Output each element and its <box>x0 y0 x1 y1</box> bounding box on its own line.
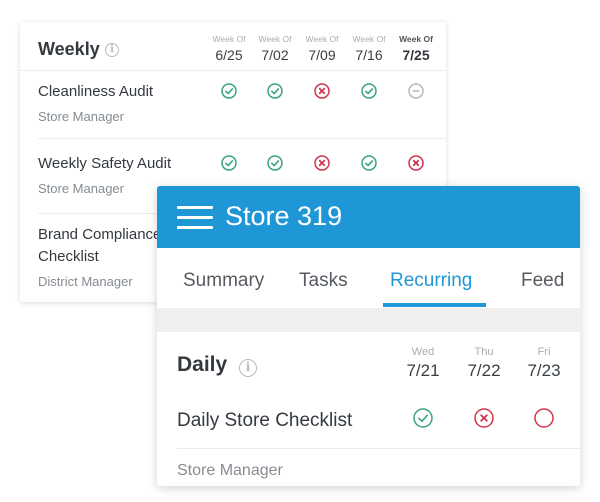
x-circle-icon[interactable] <box>314 155 330 171</box>
week-date: 7/16 <box>355 47 383 63</box>
week-column-header: Week Of 6/25 <box>207 34 251 63</box>
week-date: 7/02 <box>261 47 289 63</box>
store-title: Store 319 <box>225 201 343 231</box>
task-name: Cleanliness Audit <box>38 83 154 100</box>
active-tab-indicator <box>383 303 486 307</box>
x-circle-icon[interactable] <box>408 155 424 171</box>
check-circle-icon[interactable] <box>361 155 377 171</box>
empty-circle-icon[interactable] <box>534 408 554 428</box>
divider <box>177 448 580 449</box>
day-date: 7/21 <box>406 361 440 380</box>
week-column-header: Week Of 7/16 <box>347 34 391 63</box>
minus-circle-icon[interactable] <box>408 83 424 99</box>
divider <box>20 70 446 71</box>
daily-section-title: Daily <box>177 353 228 376</box>
weekly-column-headers: Week Of 6/25 Week Of 7/02 Week Of 7/09 W… <box>20 34 446 78</box>
week-column-header: Week Of 7/09 <box>300 34 344 63</box>
tab-bar: Summary Tasks Recurring Feed <box>157 248 580 308</box>
info-icon[interactable]: i <box>239 359 257 377</box>
day-date: 7/23 <box>527 361 561 380</box>
week-of-label: Week Of <box>212 34 246 44</box>
week-date: 7/25 <box>402 47 430 63</box>
week-column-header-current: Week Of 7/25 <box>394 34 438 63</box>
check-circle-icon[interactable] <box>267 155 283 171</box>
week-of-label: Week Of <box>305 34 339 44</box>
week-of-label: Week Of <box>258 34 292 44</box>
x-circle-icon[interactable] <box>474 408 494 428</box>
divider <box>38 138 446 139</box>
day-label: Wed <box>411 346 435 358</box>
week-date: 7/09 <box>308 47 336 63</box>
check-circle-icon[interactable] <box>361 83 377 99</box>
task-role: District Manager <box>38 274 133 289</box>
task-role: Store Manager <box>177 462 283 479</box>
day-label: Thu <box>474 346 494 358</box>
check-circle-icon[interactable] <box>221 83 237 99</box>
week-of-label: Week Of <box>399 34 433 44</box>
store-header-bar: Store 319 <box>157 186 580 248</box>
tab-feed[interactable]: Feed <box>521 270 564 292</box>
day-column-header: Wed 7/21 <box>398 346 448 381</box>
week-date: 6/25 <box>215 47 243 63</box>
task-name[interactable]: Daily Store Checklist <box>177 410 352 432</box>
day-column-header: Fri 7/23 <box>519 346 569 381</box>
check-circle-icon[interactable] <box>221 155 237 171</box>
check-circle-icon[interactable] <box>267 83 283 99</box>
day-date: 7/22 <box>467 361 501 380</box>
app-stage: Weekly i Week Of 6/25 Week Of 7/02 Week … <box>0 0 600 502</box>
store-card: Store 319 Summary Tasks Recurring Feed D… <box>157 186 580 486</box>
section-separator <box>157 308 580 332</box>
tab-tasks[interactable]: Tasks <box>299 270 348 292</box>
task-name: Brand Compliance Checklist <box>38 226 162 265</box>
x-circle-icon[interactable] <box>314 83 330 99</box>
task-role: Store Manager <box>38 109 124 124</box>
task-role: Store Manager <box>38 181 124 196</box>
day-column-header: Thu 7/22 <box>459 346 509 381</box>
day-label: Fri <box>537 346 551 358</box>
week-column-header: Week Of 7/02 <box>253 34 297 63</box>
tab-recurring[interactable]: Recurring <box>390 270 472 292</box>
task-name: Weekly Safety Audit <box>38 155 172 172</box>
check-circle-icon[interactable] <box>413 408 433 428</box>
tab-summary[interactable]: Summary <box>183 270 264 292</box>
hamburger-menu-icon[interactable] <box>177 206 213 230</box>
week-of-label: Week Of <box>352 34 386 44</box>
